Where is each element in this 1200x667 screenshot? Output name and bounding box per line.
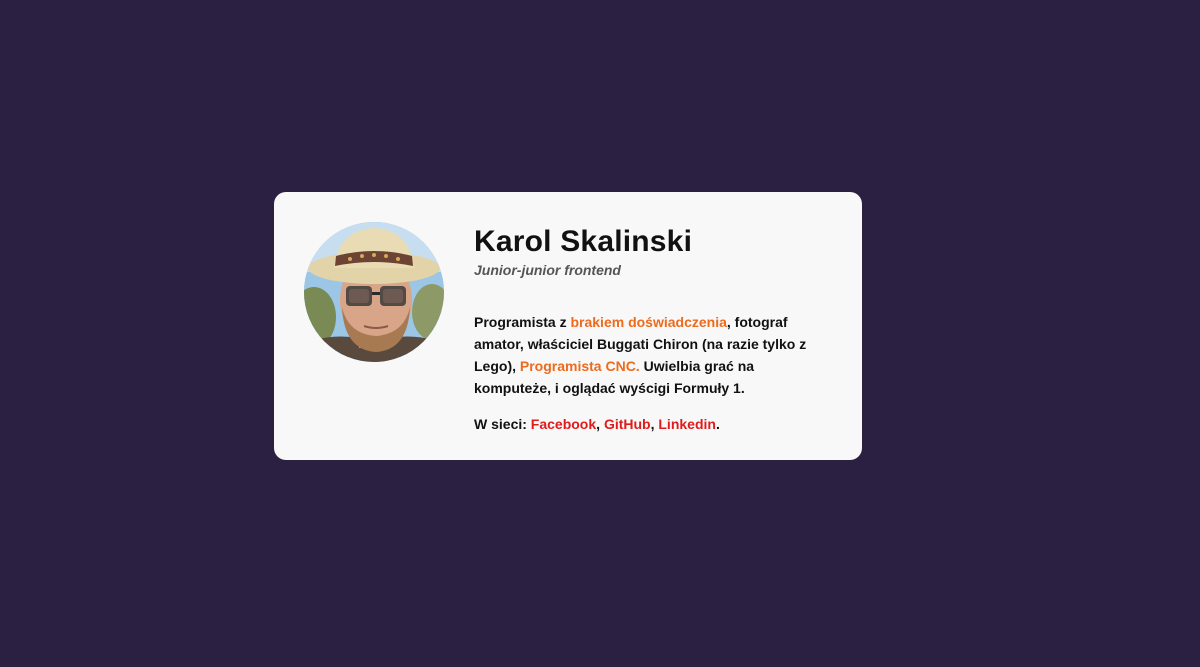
github-link[interactable]: GitHub xyxy=(604,416,651,432)
social-links: W sieci: Facebook, GitHub, Linkedin. xyxy=(474,413,834,435)
profile-content: Karol Skalinski Junior-junior frontend P… xyxy=(474,222,834,435)
bio-text: Programista z brakiem doświadczenia, fot… xyxy=(474,311,834,399)
profile-title: Junior-junior frontend xyxy=(474,262,621,278)
social-prefix: W sieci: xyxy=(474,416,531,432)
bio-part-1: Programista z xyxy=(474,314,571,330)
social-suffix: . xyxy=(715,416,720,432)
profile-card: Karol Skalinski Junior-junior frontend P… xyxy=(274,192,862,460)
cnc-link[interactable]: Programista CNC. xyxy=(520,358,640,374)
avatar xyxy=(304,222,444,362)
facebook-link[interactable]: Facebook xyxy=(531,416,596,432)
social-separator: , xyxy=(596,416,604,432)
profile-name: Karol Skalinski xyxy=(474,225,693,258)
linkedin-link[interactable]: Linkedin xyxy=(658,416,716,432)
experience-link[interactable]: brakiem doświadczenia xyxy=(570,314,726,330)
